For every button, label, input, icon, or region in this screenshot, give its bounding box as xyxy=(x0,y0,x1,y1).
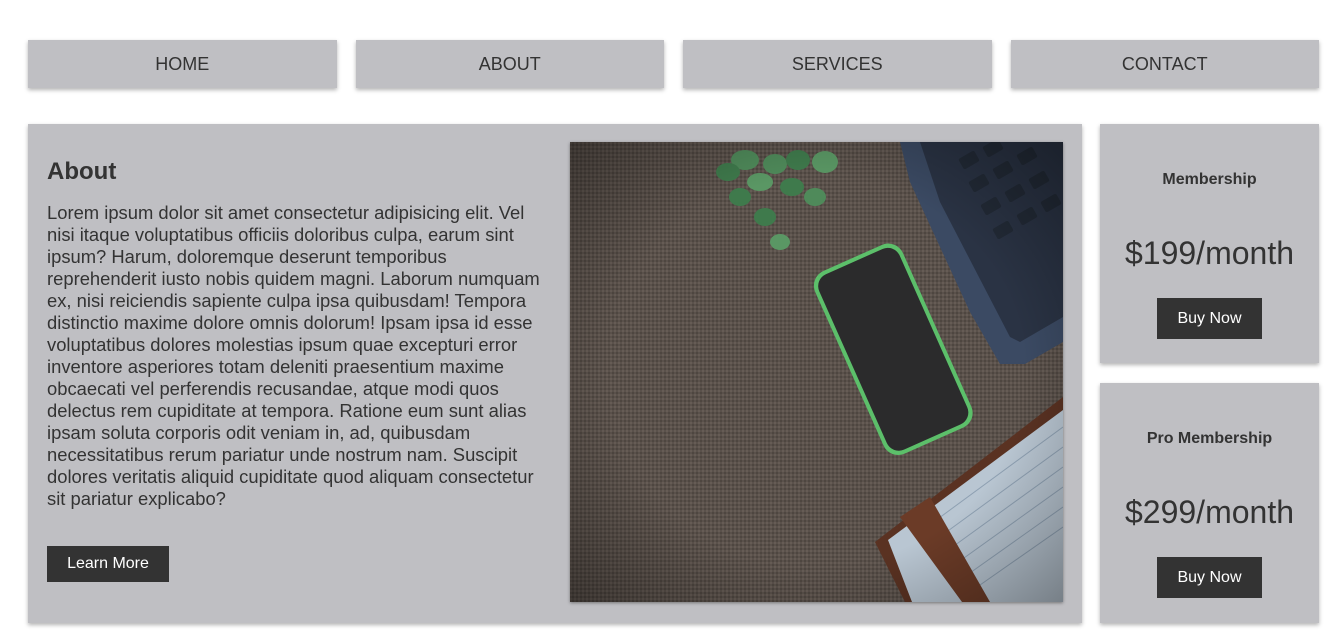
main-nav: HOME ABOUT SERVICES CONTACT xyxy=(28,40,1319,88)
learn-more-button[interactable]: Learn More xyxy=(47,546,169,582)
nav-home[interactable]: HOME xyxy=(28,40,337,88)
nav-contact[interactable]: CONTACT xyxy=(1010,40,1319,88)
desk-photo xyxy=(570,142,1063,602)
plan-name: Membership xyxy=(1162,171,1257,188)
plan-card-membership: Membership $199/month Buy Now xyxy=(1100,124,1319,363)
buy-now-button[interactable]: Buy Now xyxy=(1157,298,1262,339)
plan-price: $299/month xyxy=(1124,494,1294,530)
plan-name: Pro Membership xyxy=(1146,430,1273,447)
about-text: Lorem ipsum dolor sit amet consectetur a… xyxy=(47,202,540,509)
plan-price: $199/month xyxy=(1124,235,1294,271)
nav-services[interactable]: SERVICES xyxy=(683,40,992,88)
about-title: About xyxy=(47,158,117,185)
buy-now-button[interactable]: Buy Now xyxy=(1157,557,1262,598)
plan-card-pro-membership: Pro Membership $299/month Buy Now xyxy=(1100,383,1319,623)
about-card: About Lorem ipsum dolor sit amet consect… xyxy=(28,124,1082,623)
desk-photo-image xyxy=(570,142,1063,602)
nav-about[interactable]: ABOUT xyxy=(355,40,664,88)
